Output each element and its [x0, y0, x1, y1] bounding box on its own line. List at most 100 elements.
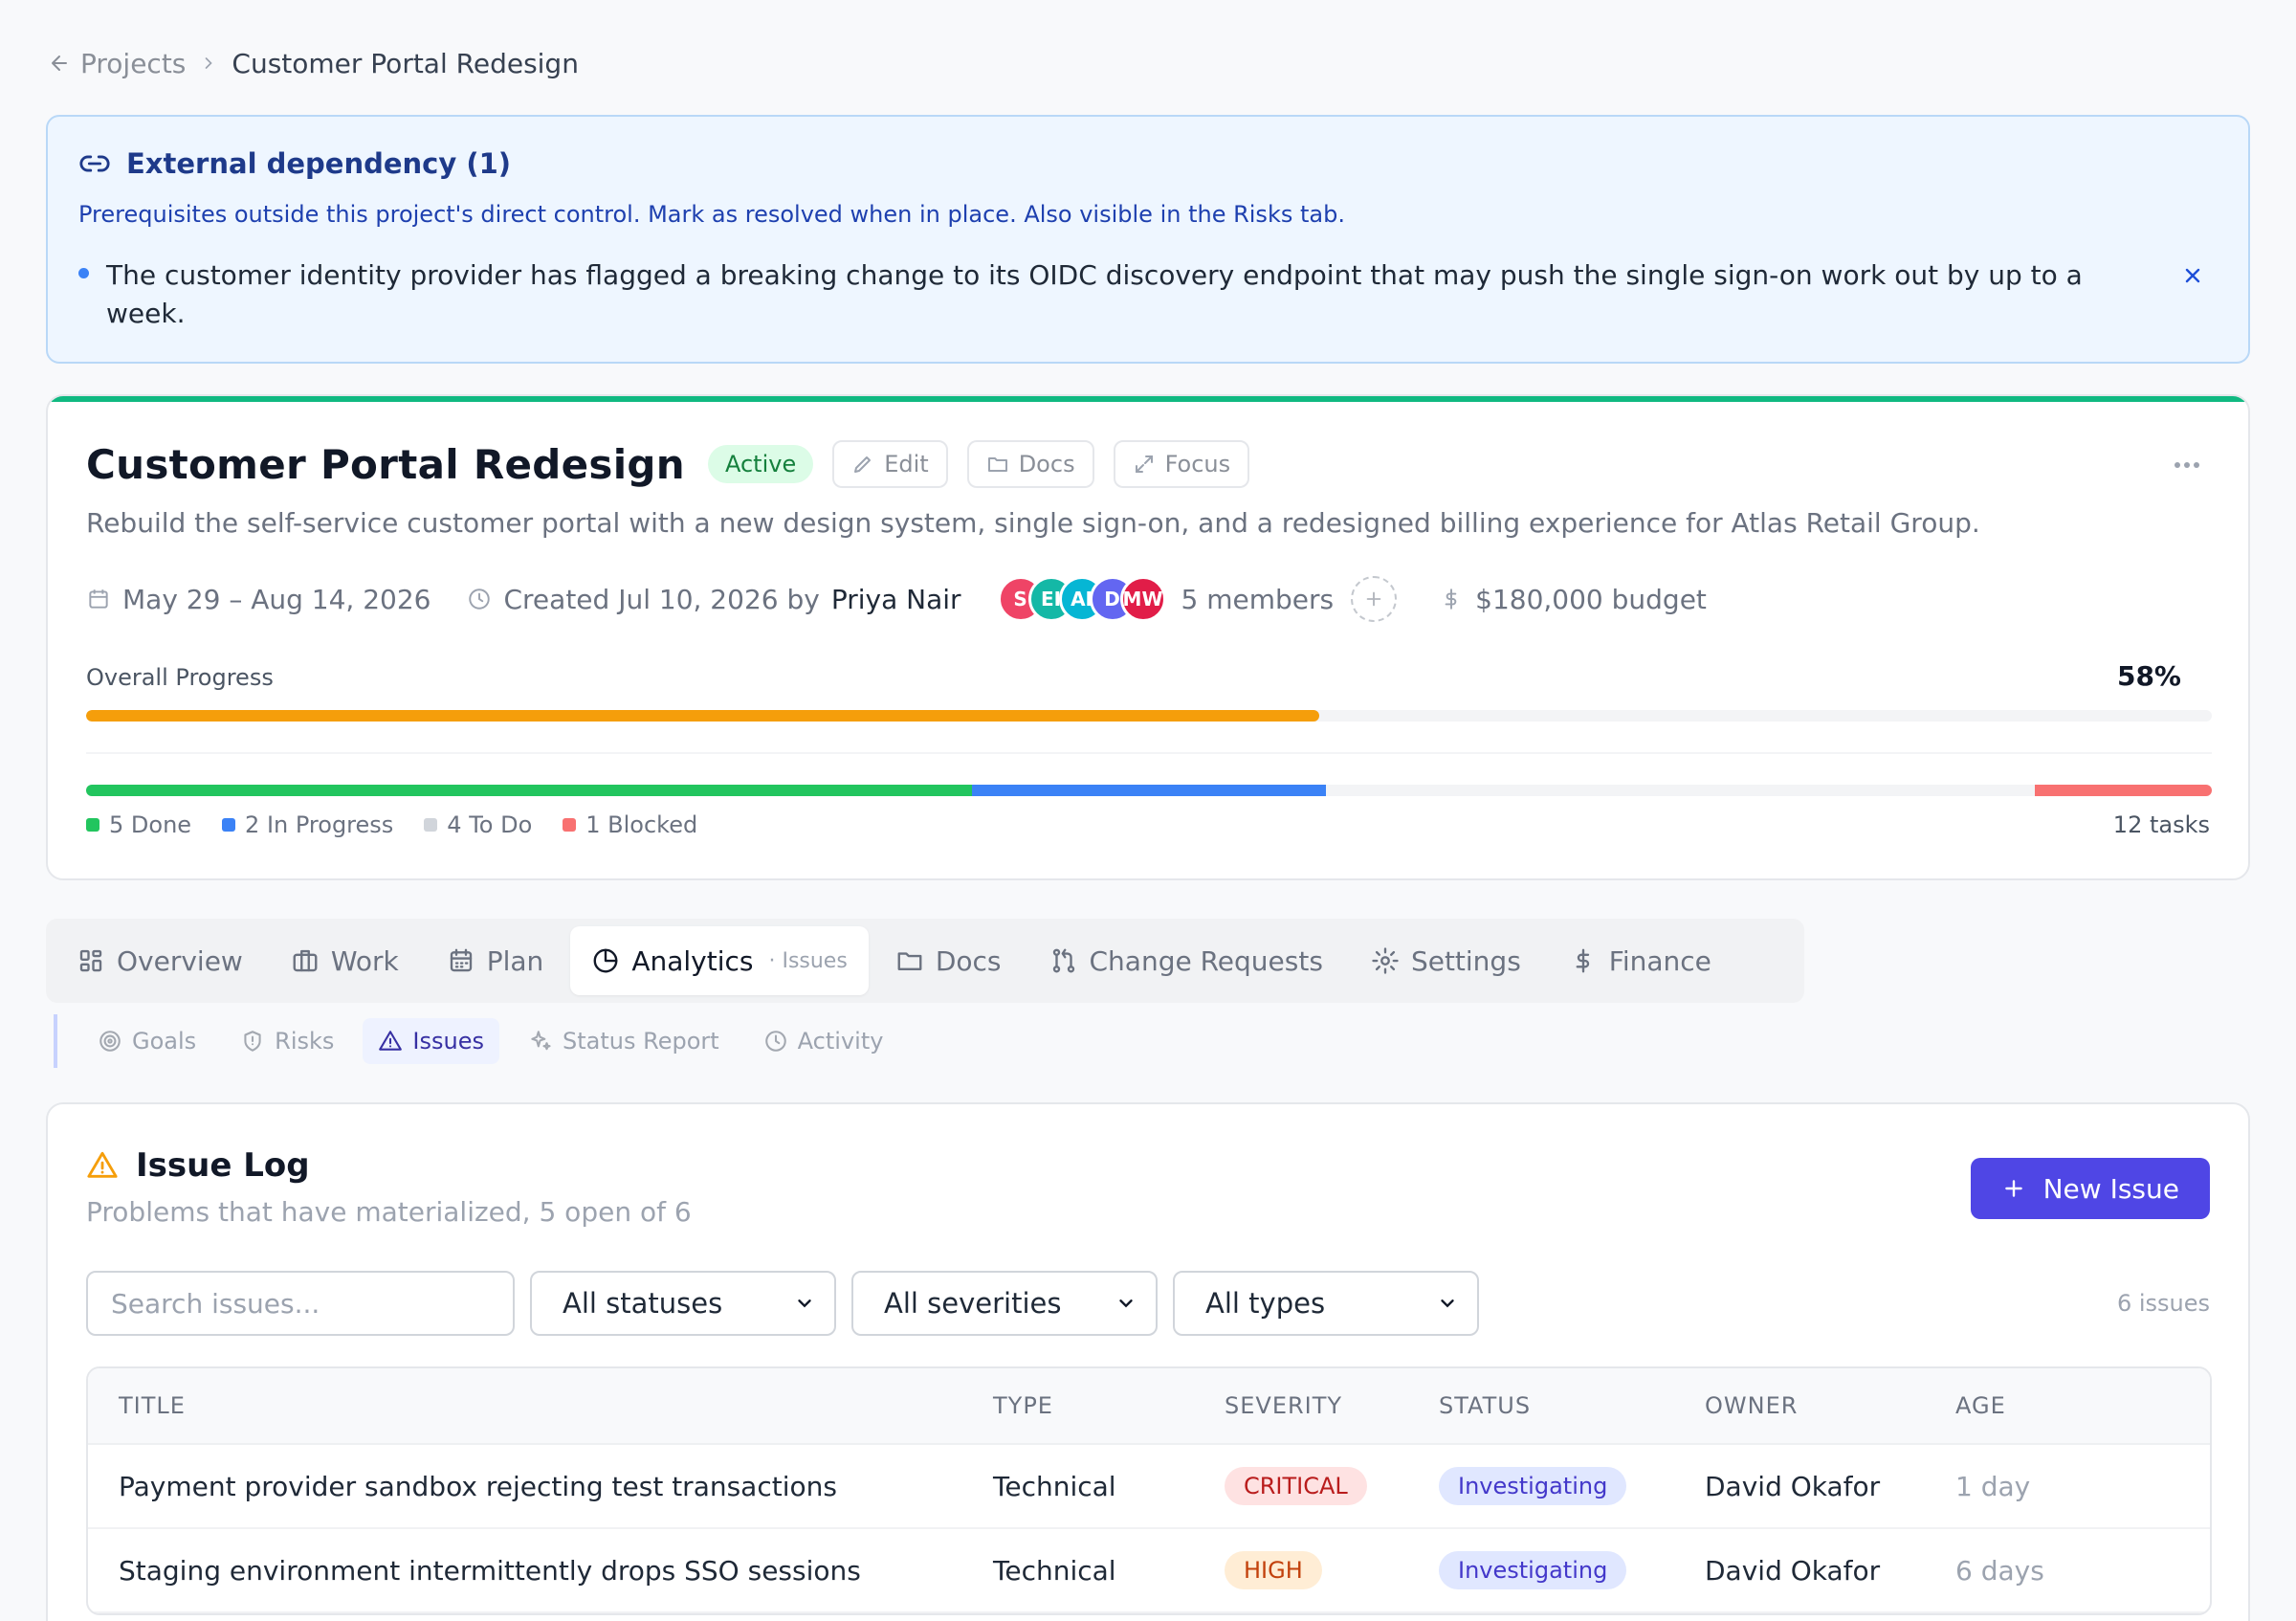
task-segment	[971, 785, 1327, 796]
tab-docs[interactable]: Docs	[874, 926, 1023, 995]
project-budget-text: $180,000 budget	[1475, 583, 1707, 615]
legend-swatch	[424, 818, 438, 832]
plus-icon	[2001, 1176, 2026, 1201]
legend-item: 5 Done	[86, 811, 191, 838]
tab-change-requests[interactable]: Change Requests	[1028, 926, 1344, 995]
col-header-owner[interactable]: OWNER	[1705, 1392, 1955, 1419]
status-badge: Investigating	[1439, 1551, 1627, 1589]
edit-button[interactable]: Edit	[832, 440, 948, 488]
subtab-issues[interactable]: Issues	[363, 1018, 499, 1064]
link-icon	[78, 147, 111, 180]
folder-icon	[895, 946, 924, 975]
focus-button[interactable]: Focus	[1113, 440, 1250, 488]
issue-log-header: Issue Log	[86, 1146, 310, 1185]
chevron-down-icon	[1437, 1293, 1458, 1314]
issue-severity: HIGH	[1225, 1551, 1439, 1589]
legend-label: 5 Done	[109, 811, 192, 838]
close-icon	[2181, 264, 2204, 287]
add-member-button[interactable]	[1351, 576, 1398, 622]
subtab-goals[interactable]: Goals	[82, 1018, 211, 1064]
status-badge: Active	[707, 445, 814, 483]
col-header-severity[interactable]: SEVERITY	[1225, 1392, 1439, 1419]
severity-badge: CRITICAL	[1225, 1467, 1367, 1505]
calendar-icon	[86, 587, 111, 611]
issue-title: Payment provider sandbox rejecting test …	[119, 1470, 837, 1502]
tab-finance[interactable]: Finance	[1548, 926, 1733, 995]
breadcrumb-back-link[interactable]: Projects	[48, 48, 186, 79]
pencil-icon	[851, 453, 874, 476]
docs-button[interactable]: Docs	[966, 440, 1094, 488]
alert-item-text: The customer identity provider has flagg…	[106, 259, 2083, 329]
table-row[interactable]: Staging environment intermittently drops…	[88, 1529, 2210, 1613]
tab-settings[interactable]: Settings	[1350, 926, 1542, 995]
project-dates-text: May 29 – Aug 14, 2026	[122, 583, 431, 615]
tab-overview[interactable]: Overview	[55, 926, 264, 995]
issue-owner: David Okafor	[1705, 1470, 1881, 1502]
task-legend: 5 Done 2 In Progress 4 To Do 1 Blocked	[86, 811, 728, 838]
table-row[interactable]: Payment provider sandbox rejecting test …	[88, 1445, 2210, 1529]
avatar[interactable]: MW	[1119, 576, 1166, 622]
type-filter-value: All types	[1205, 1287, 1326, 1320]
member-avatars[interactable]: S EI AI D MW	[997, 576, 1166, 622]
project-card: Customer Portal Redesign Active Edit Doc…	[46, 394, 2250, 880]
folder-icon	[986, 453, 1009, 476]
issue-age: 6 days	[1955, 1554, 2044, 1587]
col-header-status[interactable]: STATUS	[1439, 1392, 1705, 1419]
legend-item: 2 In Progress	[222, 811, 393, 838]
tab-work[interactable]: Work	[270, 926, 420, 995]
subtab-risks[interactable]: Risks	[225, 1018, 349, 1064]
severity-badge: HIGH	[1225, 1551, 1322, 1589]
project-title: Customer Portal Redesign	[86, 440, 685, 488]
severity-filter-select[interactable]: All severities	[851, 1271, 1158, 1336]
issue-type: Technical	[993, 1554, 1116, 1587]
task-segment	[86, 785, 972, 796]
pie-chart-icon	[591, 946, 620, 975]
col-header-title[interactable]: TITLE	[88, 1392, 993, 1419]
subtab-status-report[interactable]: Status Report	[513, 1018, 735, 1064]
alert-close-button[interactable]	[2174, 256, 2212, 295]
legend-swatch	[86, 818, 99, 832]
project-title-row: Customer Portal Redesign Active Edit Doc…	[86, 440, 1250, 488]
type-filter-select[interactable]: All types	[1173, 1271, 1479, 1336]
project-description: Rebuild the self-service customer portal…	[86, 507, 1980, 539]
shield-icon	[240, 1029, 265, 1054]
issue-severity: CRITICAL	[1225, 1467, 1439, 1505]
new-issue-label: New Issue	[2042, 1172, 2179, 1205]
legend-label: 1 Blocked	[585, 811, 698, 838]
subtab-label: Status Report	[563, 1028, 719, 1055]
tab-plan[interactable]: Plan	[426, 926, 565, 995]
status-filter-select[interactable]: All statuses	[530, 1271, 836, 1336]
more-options-button[interactable]	[2164, 446, 2210, 484]
legend-swatch	[222, 818, 236, 832]
search-input[interactable]	[86, 1271, 515, 1336]
issue-count: 6 issues	[2116, 1290, 2210, 1317]
alert-list-item: The customer identity provider has flagg…	[78, 256, 2107, 333]
tab-analytics[interactable]: Analytics · Issues	[570, 926, 869, 995]
focus-button-label: Focus	[1164, 451, 1231, 477]
issue-age: 1 day	[1955, 1470, 2031, 1502]
tab-label: Plan	[486, 944, 544, 977]
project-dates: May 29 – Aug 14, 2026	[86, 584, 430, 615]
legend-swatch	[563, 818, 577, 832]
clock-icon	[763, 1029, 788, 1054]
col-header-age[interactable]: AGE	[1955, 1392, 2147, 1419]
progress-percent: 58%	[2116, 660, 2181, 692]
arrow-left-icon	[48, 52, 71, 75]
alert-header: External dependency (1)	[78, 147, 511, 180]
breadcrumb-back-label: Projects	[80, 47, 187, 79]
task-segment	[1326, 785, 2035, 796]
plus-icon	[1363, 588, 1384, 610]
subtab-label: Issues	[412, 1028, 484, 1055]
subtab-activity[interactable]: Activity	[748, 1018, 899, 1064]
project-creator: Priya Nair	[830, 583, 961, 615]
project-created: Created Jul 10, 2026 by Priya Nair	[467, 583, 961, 615]
issue-log-subtitle: Problems that have materialized, 5 open …	[86, 1196, 692, 1228]
project-meta: May 29 – Aug 14, 2026 Created Jul 10, 20…	[86, 574, 1743, 624]
tab-label: Analytics	[631, 944, 754, 977]
warning-icon	[86, 1149, 119, 1182]
new-issue-button[interactable]: New Issue	[1970, 1158, 2210, 1219]
main-tabs: Overview Work Plan Analytics · Issues Docs Cha…	[46, 919, 1804, 1003]
target-icon	[98, 1029, 122, 1054]
legend-label: 2 In Progress	[245, 811, 394, 838]
col-header-type[interactable]: TYPE	[993, 1392, 1225, 1419]
